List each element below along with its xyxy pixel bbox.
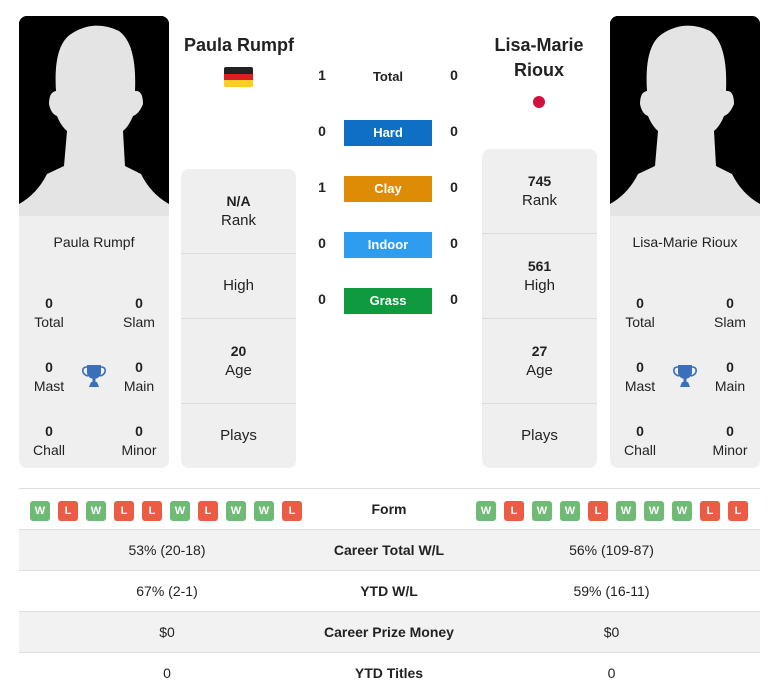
form-badge-win: W <box>170 501 190 521</box>
h2h-indoor-p2: 0 <box>450 235 458 251</box>
player1-form: W L W L L W L W W L <box>30 501 302 521</box>
form-label: Form <box>371 501 407 517</box>
player1-avatar <box>19 16 169 216</box>
form-badge-win: W <box>532 501 552 521</box>
stats-row-ytd-wl: 67% (2-1) YTD W/L 59% (16-11) <box>19 570 760 611</box>
form-badge-loss: L <box>504 501 524 521</box>
form-badge-win: W <box>644 501 664 521</box>
player1-plays: Plays <box>181 403 296 468</box>
player2-rank: 745 Rank <box>521 173 558 209</box>
h2h-total-label: Total <box>372 69 404 84</box>
player1-titles-minor: 0 Minor <box>121 423 157 458</box>
player2-card: Lisa-Marie Rioux 0 Total 0 Slam 0 Mast 0… <box>610 16 760 468</box>
h2h-hard-p1: 0 <box>318 123 326 139</box>
form-badge-win: W <box>560 501 580 521</box>
trophy-icon <box>82 365 106 387</box>
player2-titles-chall: 0 Chall <box>624 423 656 458</box>
surface-hard-badge[interactable]: Hard <box>344 120 432 146</box>
player1-card-name: Paula Rumpf <box>53 234 135 250</box>
h2h-hard-p2: 0 <box>450 123 458 139</box>
germany-flag-icon <box>224 67 253 87</box>
player1-titles-total: 0 Total <box>34 295 64 330</box>
stats-row-career-wl: 53% (20-18) Career Total W/L 56% (109-87… <box>19 529 760 570</box>
player1-titles-chall: 0 Chall <box>33 423 65 458</box>
h2h-grass-p1: 0 <box>318 291 326 307</box>
form-badge-loss: L <box>58 501 78 521</box>
form-badge-loss: L <box>700 501 720 521</box>
h2h-grass-p2: 0 <box>450 291 458 307</box>
player2-titles-mast: 0 Mast <box>624 359 656 394</box>
surface-grass-badge[interactable]: Grass <box>344 288 432 314</box>
player2-age: 27 Age <box>482 318 597 403</box>
player1-titles-mast: 0 Mast <box>33 359 65 394</box>
surface-indoor-badge[interactable]: Indoor <box>344 232 432 258</box>
form-badge-loss: L <box>114 501 134 521</box>
h2h-clay-p2: 0 <box>450 179 458 195</box>
form-badge-win: W <box>86 501 106 521</box>
player1-rank: N/A Rank <box>220 193 257 229</box>
player2-titles-minor: 0 Minor <box>712 423 748 458</box>
form-badge-loss: L <box>282 501 302 521</box>
surface-clay-badge[interactable]: Clay <box>344 176 432 202</box>
form-badge-win: W <box>476 501 496 521</box>
player1-card: Paula Rumpf 0 Total 0 Slam 0 Mast 0 Main… <box>19 16 169 468</box>
player2-high: 561 High <box>482 233 597 318</box>
player1-titles-slam: 0 Slam <box>123 295 155 330</box>
form-badge-win: W <box>254 501 274 521</box>
player2-avatar <box>610 16 760 216</box>
player2-name[interactable]: Lisa-Marie Rioux <box>472 33 606 83</box>
player2-plays: Plays <box>482 403 597 468</box>
form-badge-win: W <box>672 501 692 521</box>
form-badge-win: W <box>226 501 246 521</box>
trophy-icon <box>673 365 697 387</box>
stats-row-ytd-titles: 0 YTD Titles 0 <box>19 652 760 693</box>
player2-titles-main: 0 Main <box>714 359 746 394</box>
h2h-total-p2: 0 <box>450 67 458 83</box>
player1-info-card: N/A Rank High 20 Age Plays <box>181 169 296 468</box>
form-badge-loss: L <box>588 501 608 521</box>
form-badge-loss: L <box>142 501 162 521</box>
stats-row-prize-money: $0 Career Prize Money $0 <box>19 611 760 652</box>
form-row: W L W L L W L W W L Form W L W W L W W W… <box>19 488 760 529</box>
player2-form: W L W W L W W W L L <box>476 501 748 521</box>
player1-titles-main: 0 Main <box>123 359 155 394</box>
h2h-clay-p1: 1 <box>318 179 326 195</box>
player2-card-name: Lisa-Marie Rioux <box>632 234 738 250</box>
stats-table: W L W L L W L W W L Form W L W W L W W W… <box>19 488 760 693</box>
player2-titles-total: 0 Total <box>625 295 655 330</box>
h2h-indoor-p1: 0 <box>318 235 326 251</box>
player2-titles-slam: 0 Slam <box>714 295 746 330</box>
form-badge-loss: L <box>728 501 748 521</box>
form-badge-win: W <box>616 501 636 521</box>
player1-name[interactable]: Paula Rumpf <box>172 33 306 58</box>
player1-age: 20 Age <box>181 318 296 403</box>
h2h-total-p1: 1 <box>318 67 326 83</box>
player1-high: High <box>181 253 296 318</box>
form-badge-win: W <box>30 501 50 521</box>
form-badge-loss: L <box>198 501 218 521</box>
player2-info-card: 745 Rank 561 High 27 Age Plays <box>482 149 597 468</box>
japan-flag-icon <box>533 96 545 108</box>
